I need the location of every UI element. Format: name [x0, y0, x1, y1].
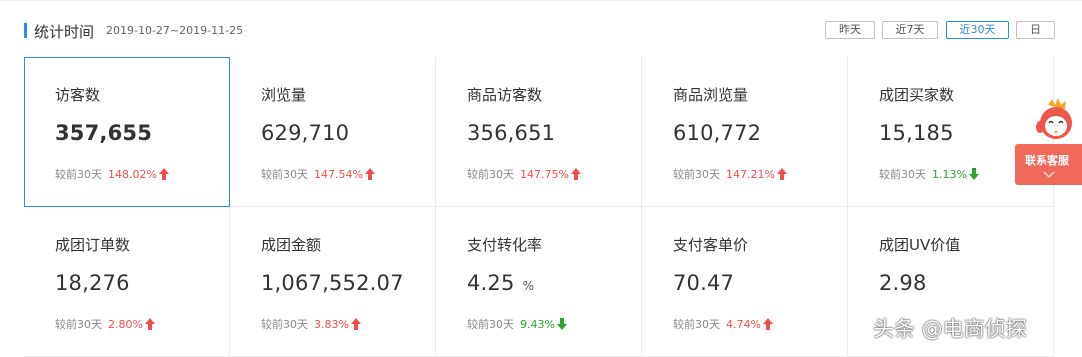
comparison-period: 较前30天	[467, 168, 514, 181]
comparison-period: 较前30天	[467, 318, 514, 331]
metric-label: 商品访客数	[467, 86, 543, 104]
comparison-period: 较前30天	[261, 318, 308, 331]
date-range-text: 2019-10-27~2019-11-25	[106, 24, 244, 37]
metric-comparison: 较前30天 1.13%	[879, 166, 979, 182]
change-percent: 147.21%	[726, 168, 775, 181]
range-30-days-button[interactable]: 近30天	[946, 21, 1009, 39]
range-day-button[interactable]: 日	[1016, 21, 1055, 39]
metric-card[interactable]: 支付客单价 70.47 较前30天 4.74%	[642, 207, 848, 357]
change-percent: 3.83%	[314, 318, 349, 331]
chevron-down-icon	[1043, 171, 1055, 179]
metric-card[interactable]: 成团金额 1,067,552.07 较前30天 3.83%	[230, 207, 436, 357]
metric-label: 浏览量	[261, 86, 307, 104]
metric-label: 成团金额	[261, 236, 322, 254]
comparison-period: 较前30天	[55, 318, 102, 331]
arrow-up-icon	[157, 168, 169, 181]
metric-value: 356,651	[467, 121, 556, 145]
arrow-up-icon	[569, 168, 581, 181]
metric-comparison: 较前30天 3.83%	[261, 316, 361, 332]
metric-value: 18,276	[55, 271, 130, 295]
metric-value: 15,185	[879, 121, 954, 145]
arrow-up-icon	[349, 318, 361, 331]
arrow-down-icon	[967, 168, 979, 181]
arrow-up-icon	[761, 318, 773, 331]
arrow-down-icon	[555, 318, 567, 331]
arrow-up-icon	[775, 168, 787, 181]
metric-label: 访客数	[55, 86, 101, 104]
metric-comparison: 较前30天 147.75%	[467, 166, 581, 182]
metric-label: 成团订单数	[55, 236, 131, 254]
change-percent: 1.13%	[932, 168, 967, 181]
metric-comparison: 较前30天 147.21%	[673, 166, 787, 182]
metric-value: 629,710	[261, 121, 350, 145]
metric-label: 成团买家数	[879, 86, 955, 104]
comparison-period: 较前30天	[261, 168, 308, 181]
arrow-up-icon	[143, 318, 155, 331]
metric-value: 70.47	[673, 271, 735, 295]
metric-value: 2.98	[879, 271, 927, 295]
range-7-days-button[interactable]: 近7天	[882, 21, 938, 39]
metric-value: 4.25%	[467, 271, 535, 295]
arrow-up-icon	[363, 168, 375, 181]
metric-unit: %	[522, 279, 535, 293]
comparison-period: 较前30天	[673, 168, 720, 181]
metric-card[interactable]: 访客数 357,655 较前30天 148.02%	[24, 57, 230, 207]
metric-label: 成团UV价值	[879, 236, 961, 254]
change-percent: 148.02%	[108, 168, 157, 181]
metric-card[interactable]: 商品访客数 356,651 较前30天 147.75%	[436, 57, 642, 207]
comparison-period: 较前30天	[673, 318, 720, 331]
metric-card[interactable]: 成团订单数 18,276 较前30天 2.80%	[24, 207, 230, 357]
mascot-icon	[1036, 98, 1072, 139]
top-divider	[0, 0, 1082, 1]
metric-card[interactable]: 浏览量 629,710 较前30天 147.54%	[230, 57, 436, 207]
change-percent: 2.80%	[108, 318, 143, 331]
comparison-period: 较前30天	[55, 168, 102, 181]
metric-card[interactable]: 商品浏览量 610,772 较前30天 147.21%	[642, 57, 848, 207]
change-percent: 147.75%	[520, 168, 569, 181]
metric-comparison: 较前30天 2.80%	[55, 316, 155, 332]
watermark-text: 头条 @电商侦探	[873, 317, 1027, 341]
metric-value: 610,772	[673, 121, 762, 145]
metric-comparison: 较前30天 4.74%	[673, 316, 773, 332]
contact-service-button[interactable]: 联系客服	[1015, 144, 1082, 185]
stat-time-title: 统计时间	[34, 23, 95, 41]
change-percent: 9.43%	[520, 318, 555, 331]
metrics-grid: 访客数 357,655 较前30天 148.02% 浏览量 629,710 较前30天 147…	[24, 57, 1054, 357]
metric-comparison: 较前30天 148.02%	[55, 166, 169, 182]
metric-comparison: 较前30天 147.54%	[261, 166, 375, 182]
change-percent: 4.74%	[726, 318, 761, 331]
range-yesterday-button[interactable]: 昨天	[825, 21, 875, 39]
change-percent: 147.54%	[314, 168, 363, 181]
customer-service-widget[interactable]: 联系客服	[1015, 97, 1082, 189]
metric-label: 支付转化率	[467, 236, 543, 254]
metric-label: 商品浏览量	[673, 86, 749, 104]
metric-label: 支付客单价	[673, 236, 749, 254]
metric-value: 1,067,552.07	[261, 271, 404, 295]
section-accent-bar	[24, 23, 27, 38]
contact-service-label: 联系客服	[1025, 154, 1069, 167]
comparison-period: 较前30天	[879, 168, 926, 181]
metric-card[interactable]: 支付转化率 4.25% 较前30天 9.43%	[436, 207, 642, 357]
metric-comparison: 较前30天 9.43%	[467, 316, 567, 332]
metric-value: 357,655	[55, 121, 153, 145]
